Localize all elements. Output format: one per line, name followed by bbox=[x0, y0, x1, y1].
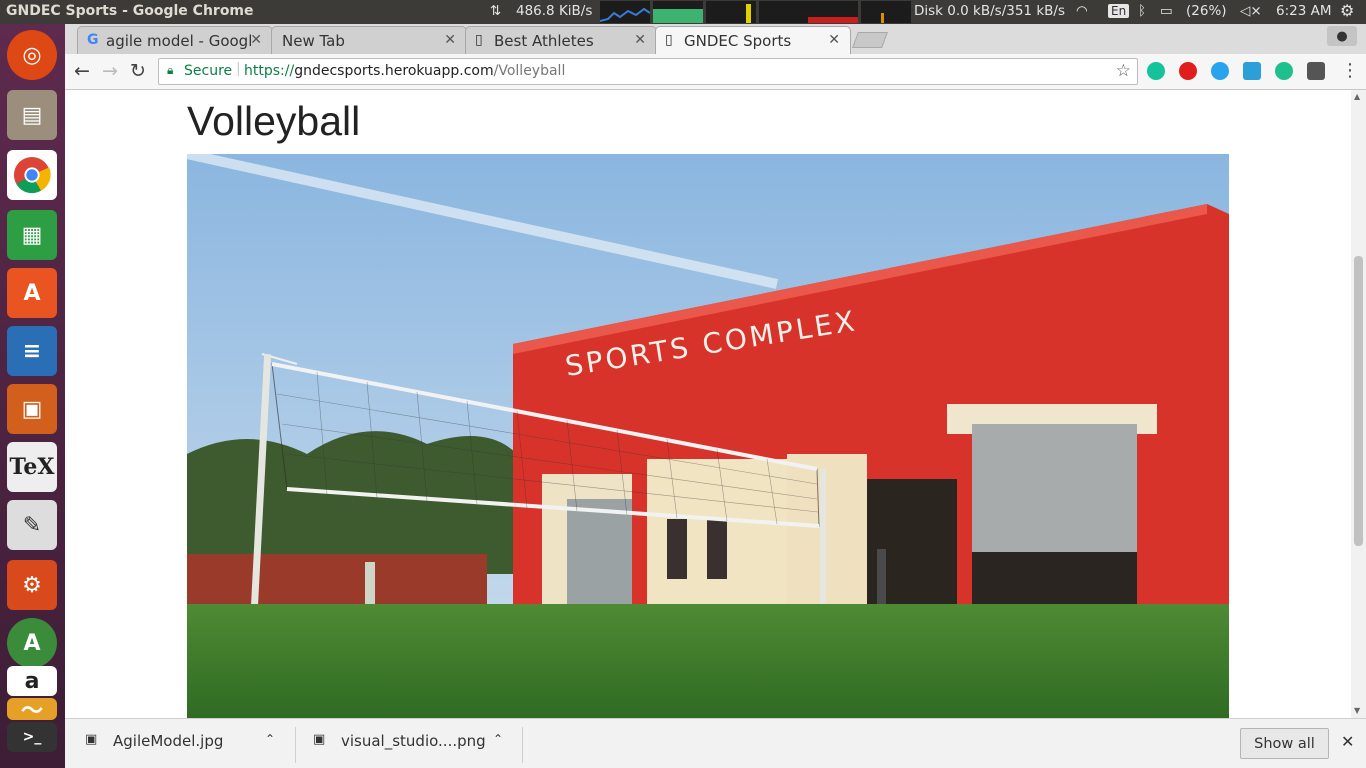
scroll-up-arrow-icon[interactable]: ▲ bbox=[1354, 92, 1360, 101]
chevron-up-icon[interactable]: ⌃ bbox=[265, 732, 275, 746]
battery-percent: (26%) bbox=[1186, 3, 1227, 19]
bookmark-star-icon[interactable]: ☆ bbox=[1116, 61, 1131, 81]
forward-icon[interactable]: → bbox=[102, 60, 118, 82]
scrollbar-thumb[interactable] bbox=[1354, 256, 1363, 546]
download-shelf: ▣ AgileModel.jpg ⌃ ▣ visual_studio....pn… bbox=[65, 718, 1366, 768]
bluetooth-icon[interactable]: ᛒ bbox=[1138, 3, 1146, 19]
tab-label: GNDEC Sports bbox=[684, 32, 792, 50]
back-icon[interactable]: ← bbox=[74, 60, 90, 82]
chrome-icon[interactable] bbox=[7, 150, 57, 200]
unity-launcher: ◎ ▤ ▦ A ≡ ▣ TeX ✎ ⚙ A a 〜 >_ bbox=[0, 24, 65, 768]
close-icon[interactable]: ✕ bbox=[828, 32, 840, 48]
close-icon[interactable]: ✕ bbox=[444, 32, 456, 48]
writer-document-icon[interactable]: ≡ bbox=[7, 326, 57, 376]
profile-icon[interactable]: ● bbox=[1327, 26, 1357, 46]
file-icon: ▣ bbox=[85, 732, 98, 747]
battery-icon[interactable]: ▭ bbox=[1160, 3, 1173, 19]
software-center-icon[interactable]: A bbox=[7, 268, 57, 318]
skype-extension-icon[interactable] bbox=[1211, 62, 1229, 80]
close-icon[interactable]: ✕ bbox=[1341, 732, 1354, 751]
chat-extension-icon[interactable] bbox=[1275, 62, 1293, 80]
load-graph bbox=[808, 1, 858, 23]
text-editor-icon[interactable]: ✎ bbox=[7, 500, 57, 550]
wifi-icon[interactable]: ◠ bbox=[1076, 3, 1088, 19]
telegram-extension-icon[interactable] bbox=[1243, 62, 1261, 80]
volume-muted-icon[interactable]: ◁× bbox=[1240, 3, 1262, 19]
extension-icon[interactable] bbox=[1307, 62, 1325, 80]
tab-agile-model[interactable]: G agile model - Googl ✕ bbox=[77, 26, 273, 54]
tab-label: New Tab bbox=[282, 32, 345, 50]
show-all-button[interactable]: Show all bbox=[1240, 728, 1329, 759]
ubuntu-dash-icon[interactable]: ◎ bbox=[7, 30, 57, 80]
window-title: GNDEC Sports - Google Chrome bbox=[6, 3, 254, 19]
net-speed: 486.8 KiB/s bbox=[516, 3, 593, 19]
memory-graph bbox=[653, 1, 703, 23]
tab-strip: G agile model - Googl ✕ New Tab ✕ ▯ Best… bbox=[65, 24, 1366, 54]
clock[interactable]: 6:23 AM bbox=[1276, 3, 1332, 19]
tab-gndec-sports[interactable]: ▯ GNDEC Sports ✕ bbox=[655, 26, 851, 54]
top-panel: GNDEC Sports - Google Chrome ⇅ 486.8 KiB… bbox=[0, 0, 1366, 24]
keyboard-layout-indicator[interactable]: En bbox=[1108, 4, 1130, 18]
disk-graph bbox=[861, 1, 911, 23]
file-icon: ▣ bbox=[313, 732, 326, 747]
menu-icon[interactable]: ⋮ bbox=[1341, 60, 1359, 81]
terminal-icon[interactable]: >_ bbox=[7, 722, 57, 752]
impress-presentation-icon[interactable]: ▣ bbox=[7, 384, 57, 434]
android-studio-icon[interactable]: A bbox=[7, 618, 57, 668]
grammarly-extension-icon[interactable] bbox=[1147, 62, 1165, 80]
page-content: Volleyball SPORTS COMPLEX bbox=[65, 90, 1351, 718]
page-scrollbar[interactable]: ▲ ▼ bbox=[1351, 90, 1366, 718]
download-filename: visual_studio....png bbox=[341, 732, 486, 750]
chevron-up-icon[interactable]: ⌃ bbox=[493, 732, 503, 746]
close-icon[interactable]: ✕ bbox=[250, 32, 262, 48]
google-g-icon: G bbox=[87, 32, 99, 48]
tab-best-athletes[interactable]: ▯ Best Athletes ✕ bbox=[465, 26, 657, 54]
tex-editor-icon[interactable]: TeX bbox=[7, 442, 57, 492]
settings-gear-icon[interactable]: ⚙ bbox=[1340, 1, 1354, 20]
page-icon: ▯ bbox=[665, 32, 673, 48]
files-icon[interactable]: ▤ bbox=[7, 90, 57, 140]
volleyball-court-photo: SPORTS COMPLEX bbox=[187, 154, 1229, 718]
tab-label: agile model - Googl bbox=[106, 32, 253, 50]
download-filename: AgileModel.jpg bbox=[113, 732, 224, 750]
scroll-down-arrow-icon[interactable]: ▼ bbox=[1354, 706, 1360, 715]
cpu-graph bbox=[599, 1, 651, 23]
calc-spreadsheet-icon[interactable]: ▦ bbox=[7, 210, 57, 260]
new-tab-button[interactable] bbox=[852, 32, 888, 48]
tab-label: Best Athletes bbox=[494, 32, 594, 50]
system-monitor-icon[interactable]: 〜 bbox=[7, 698, 57, 724]
address-bar[interactable]: 🔒︎ Secure | https://gndecsports.herokuap… bbox=[158, 58, 1138, 85]
tab-new-tab[interactable]: New Tab ✕ bbox=[271, 26, 467, 54]
page-title: Volleyball bbox=[187, 98, 361, 144]
close-icon[interactable]: ✕ bbox=[634, 32, 646, 48]
browser-chrome: G agile model - Googl ✕ New Tab ✕ ▯ Best… bbox=[65, 24, 1366, 90]
toolbar: ← → ↻ 🔒︎ Secure | https://gndecsports.he… bbox=[65, 54, 1366, 90]
amazon-icon[interactable]: a bbox=[7, 666, 57, 696]
lock-icon: 🔒︎ bbox=[167, 63, 174, 77]
page-icon: ▯ bbox=[475, 32, 483, 48]
secure-label: Secure bbox=[184, 63, 233, 79]
network-arrows-icon: ⇅ bbox=[490, 3, 502, 19]
system-settings-icon[interactable]: ⚙ bbox=[7, 560, 57, 610]
url-text: https://gndecsports.herokuapp.com/Volley… bbox=[244, 63, 566, 79]
reload-icon[interactable]: ↻ bbox=[130, 60, 146, 82]
swap-graph bbox=[759, 1, 809, 23]
network-graph bbox=[706, 1, 756, 23]
opera-extension-icon[interactable] bbox=[1179, 62, 1197, 80]
disk-speed: Disk 0.0 kB/s/351 kB/s bbox=[914, 3, 1065, 19]
